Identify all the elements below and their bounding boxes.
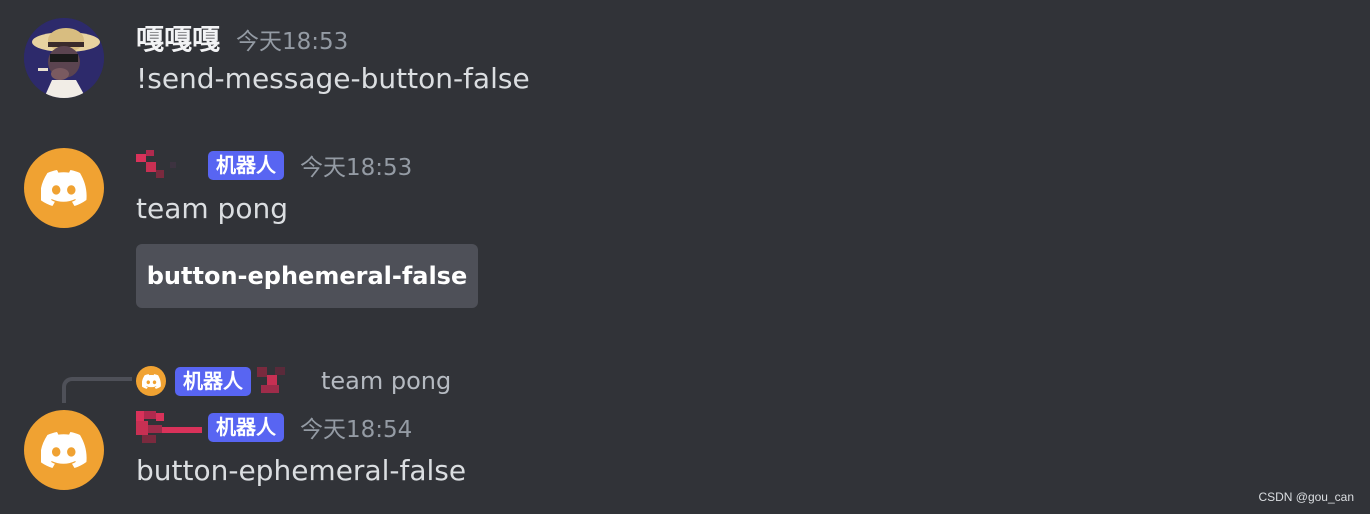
pixelated-username[interactable]: [136, 411, 202, 443]
reply-connector-line: [62, 377, 132, 403]
button-ephemeral-false-button[interactable]: button-ephemeral-false: [136, 244, 478, 308]
message-header: 机器人 今天18:54: [136, 410, 412, 444]
watermark: CSDN @gou_can: [1258, 490, 1354, 504]
bot-badge: 机器人: [208, 412, 284, 442]
reply-preview[interactable]: 机器人 team pong: [136, 366, 451, 396]
message-header: 嘎嘎嘎 今天18:53: [136, 18, 348, 58]
message-header: 机器人 今天18:53: [136, 148, 412, 182]
discord-logo-icon: [136, 366, 166, 396]
message-content: !send-message-button-false: [136, 62, 530, 95]
discord-logo-icon[interactable]: [24, 410, 104, 490]
pixelated-username[interactable]: [136, 150, 198, 180]
pixelated-username[interactable]: [257, 367, 287, 395]
discord-logo-icon[interactable]: [24, 148, 104, 228]
reply-content: team pong: [321, 367, 452, 395]
username[interactable]: 嘎嘎嘎: [136, 18, 220, 58]
bot-badge: 机器人: [175, 366, 251, 396]
message-content: button-ephemeral-false: [136, 454, 467, 487]
timestamp: 今天18:53: [300, 155, 413, 181]
timestamp: 今天18:54: [300, 417, 413, 443]
user-avatar-icon[interactable]: [24, 18, 104, 98]
timestamp: 今天18:53: [236, 29, 349, 55]
message-content: team pong: [136, 192, 288, 225]
bot-badge: 机器人: [208, 150, 284, 180]
